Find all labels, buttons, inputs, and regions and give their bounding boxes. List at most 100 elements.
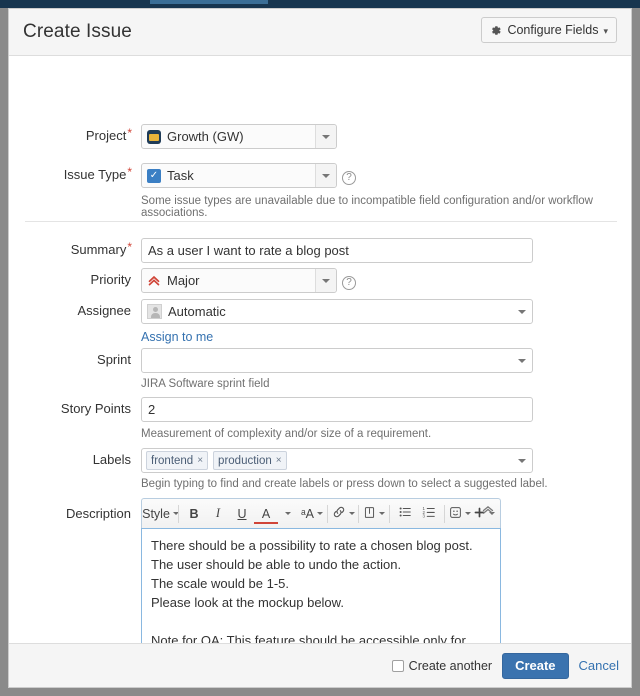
question-icon[interactable]: ? bbox=[342, 171, 356, 185]
priority-label: Priority bbox=[90, 272, 131, 287]
labels-label: Labels bbox=[92, 452, 131, 467]
chevron-down-icon bbox=[379, 512, 385, 515]
chevron-down-icon bbox=[317, 512, 323, 515]
chevron-down-icon bbox=[465, 512, 471, 515]
style-dropdown[interactable]: Style bbox=[142, 503, 179, 525]
required-indicator: * bbox=[127, 240, 132, 254]
close-icon[interactable]: × bbox=[197, 455, 203, 466]
user-avatar-icon bbox=[147, 304, 162, 319]
create-button[interactable]: Create bbox=[502, 652, 569, 679]
create-issue-dialog: Create Issue Configure Fields ▾ Project*… bbox=[8, 8, 632, 688]
page-title: Create Issue bbox=[23, 21, 132, 42]
issue-type-select-box[interactable]: ✓ Task bbox=[141, 163, 337, 188]
more-format-button[interactable]: ᵃA bbox=[300, 503, 324, 525]
cancel-button[interactable]: Cancel bbox=[579, 658, 619, 673]
project-select[interactable]: Growth (GW) bbox=[141, 124, 337, 149]
bold-button[interactable]: B bbox=[182, 503, 206, 525]
priority-help[interactable]: ? bbox=[342, 272, 356, 290]
labels-field[interactable]: frontend × production × bbox=[141, 448, 533, 473]
label-chip[interactable]: frontend × bbox=[146, 451, 209, 470]
create-another-checkbox[interactable]: Create another bbox=[391, 658, 493, 673]
priority-value: Major bbox=[167, 273, 200, 288]
description-textarea[interactable]: There should be a possibility to rate a … bbox=[141, 528, 501, 644]
configure-fields-button[interactable]: Configure Fields ▾ bbox=[481, 17, 617, 43]
link-button[interactable] bbox=[331, 503, 355, 525]
toolbar-separator bbox=[327, 504, 328, 523]
project-label: Project* bbox=[85, 126, 132, 143]
assignee-label: Assignee bbox=[77, 303, 131, 318]
label-chip-text: production bbox=[218, 454, 272, 467]
link-icon bbox=[332, 505, 346, 522]
chevron-down-icon[interactable] bbox=[512, 349, 532, 372]
required-indicator: * bbox=[127, 126, 132, 140]
svg-text:3: 3 bbox=[422, 514, 425, 519]
summary-input-wrap[interactable]: As a user I want to rate a blog post bbox=[141, 238, 533, 263]
text-color-dropdown[interactable] bbox=[278, 503, 300, 525]
description-label: Description bbox=[65, 506, 131, 521]
toolbar-separator bbox=[358, 504, 359, 523]
priority-select-box[interactable]: Major bbox=[141, 268, 337, 293]
label-chip-text: frontend bbox=[151, 454, 194, 467]
summary-input[interactable]: As a user I want to rate a blog post bbox=[141, 238, 533, 263]
sprint-label: Sprint bbox=[97, 352, 131, 367]
description-text: There should be a possibility to rate a … bbox=[151, 538, 473, 644]
chevron-down-icon bbox=[285, 512, 291, 515]
priority-select[interactable]: Major bbox=[141, 268, 337, 293]
assignee-select-box[interactable]: Automatic bbox=[141, 299, 533, 324]
text-color-button[interactable]: A bbox=[254, 505, 278, 524]
editor-toolbar: Style B I U A ᵃA 1 2 3 bbox=[141, 498, 501, 528]
chevron-down-icon[interactable] bbox=[512, 449, 532, 472]
issue-type-select[interactable]: ✓ Task bbox=[141, 163, 337, 188]
configure-fields-label: Configure Fields bbox=[507, 23, 599, 37]
question-icon[interactable]: ? bbox=[342, 276, 356, 290]
project-select-box[interactable]: Growth (GW) bbox=[141, 124, 337, 149]
attachment-button[interactable] bbox=[362, 503, 386, 525]
chevron-down-icon bbox=[348, 512, 355, 515]
collapse-toolbar-button[interactable] bbox=[482, 505, 494, 518]
bullet-list-button[interactable] bbox=[393, 503, 417, 525]
sprint-select-box[interactable] bbox=[141, 348, 533, 373]
dialog-header: Create Issue Configure Fields ▾ bbox=[9, 9, 631, 56]
label-chip[interactable]: production × bbox=[213, 451, 287, 470]
issue-type-help[interactable]: ? bbox=[342, 167, 356, 185]
assign-to-me-link-wrap[interactable]: Assign to me bbox=[141, 328, 213, 344]
create-another-label: Create another bbox=[408, 658, 493, 673]
italic-button[interactable]: I bbox=[206, 503, 230, 525]
sprint-help-text: JIRA Software sprint field bbox=[141, 378, 270, 390]
chevron-down-icon[interactable] bbox=[315, 269, 336, 292]
story-points-input-wrap[interactable]: 2 bbox=[141, 397, 533, 422]
checkbox-box[interactable] bbox=[391, 659, 404, 672]
chevron-down-icon[interactable] bbox=[315, 125, 336, 148]
labels-help-text: Begin typing to find and create labels o… bbox=[141, 478, 548, 490]
project-value: Growth (GW) bbox=[167, 129, 244, 144]
assignee-value: Automatic bbox=[168, 304, 226, 319]
chevron-down-icon: ▾ bbox=[603, 25, 608, 36]
project-avatar-icon bbox=[147, 129, 161, 144]
style-label: Style bbox=[142, 506, 170, 521]
more-format-label: ᵃA bbox=[301, 506, 314, 521]
dialog-body: Project* Growth (GW) Issue Type* ✓ Task bbox=[9, 56, 631, 644]
toolbar-separator bbox=[389, 504, 390, 523]
numbered-list-button[interactable]: 1 2 3 bbox=[417, 503, 441, 525]
required-indicator: * bbox=[127, 165, 132, 179]
assignee-select[interactable]: Automatic bbox=[141, 299, 533, 324]
story-points-input[interactable]: 2 bbox=[141, 397, 533, 422]
modal-backdrop-right bbox=[632, 8, 640, 696]
chevron-down-icon[interactable] bbox=[315, 164, 336, 187]
underline-button[interactable]: U bbox=[230, 503, 254, 525]
chevron-down-icon[interactable] bbox=[512, 300, 532, 323]
issue-type-label: Issue Type* bbox=[63, 165, 132, 182]
gear-icon bbox=[489, 24, 502, 37]
issue-type-help-text: Some issue types are unavailable due to … bbox=[141, 195, 593, 219]
description-editor: Style B I U A ᵃA 1 2 3 There should be a… bbox=[141, 498, 501, 644]
toolbar-separator bbox=[444, 504, 445, 523]
assign-to-me-link[interactable]: Assign to me bbox=[141, 330, 213, 344]
issue-type-value: Task bbox=[167, 168, 194, 183]
labels-input[interactable]: frontend × production × bbox=[141, 448, 533, 473]
story-points-label: Story Points bbox=[60, 401, 131, 416]
modal-backdrop-bottom bbox=[0, 688, 640, 696]
sprint-select[interactable] bbox=[141, 348, 533, 373]
close-icon[interactable]: × bbox=[276, 455, 282, 466]
emoji-button[interactable] bbox=[448, 503, 472, 525]
summary-label: Summary* bbox=[70, 240, 132, 257]
